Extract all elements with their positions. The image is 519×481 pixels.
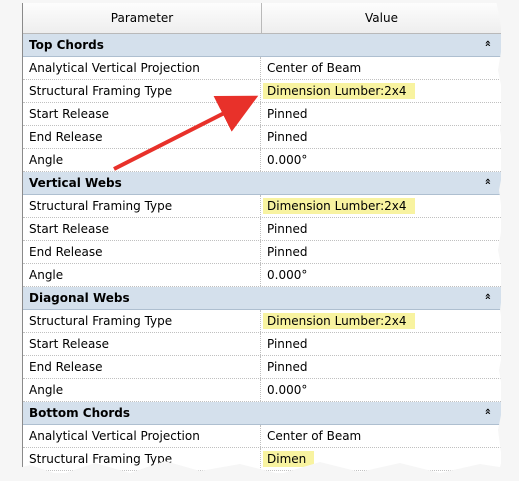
column-header-parameter[interactable]: Parameter	[23, 3, 262, 33]
property-value-cell[interactable]: 0.000°	[261, 149, 501, 171]
property-value: Pinned	[267, 222, 308, 236]
property-name: Start Release	[23, 333, 261, 355]
collapse-icon[interactable]: »	[481, 178, 494, 185]
property-value-cell[interactable]: Pinned	[261, 126, 501, 148]
property-value-cell[interactable]: Pinned	[261, 333, 501, 355]
property-value: Pinned	[267, 360, 308, 374]
property-row[interactable]: Analytical Vertical Projection Center of …	[23, 425, 501, 448]
property-name: Angle	[23, 379, 261, 401]
group-header[interactable]: Diagonal Webs »	[23, 287, 501, 310]
property-name: Analytical Vertical Projection	[23, 57, 261, 79]
property-value: 0.000°	[267, 268, 308, 282]
screenshot-sheet: Parameter Value Top Chords » Analytical Ve…	[0, 0, 519, 481]
torn-edge-bottom	[0, 461, 519, 481]
group-title: Diagonal Webs	[29, 291, 130, 305]
property-value-cell[interactable]: Dimension Lumber:2x4	[261, 195, 501, 217]
property-name: End Release	[23, 241, 261, 263]
property-row[interactable]: End Release Pinned	[23, 356, 501, 379]
property-name: Analytical Vertical Projection	[23, 425, 261, 447]
property-value-cell[interactable]: 0.000°	[261, 264, 501, 286]
property-row[interactable]: End Release Pinned	[23, 126, 501, 149]
property-value-cell[interactable]: 0.000°	[261, 379, 501, 401]
property-value: Pinned	[267, 245, 308, 259]
property-name: Start Release	[23, 218, 261, 240]
property-name: Structural Framing Type	[23, 195, 261, 217]
property-name: Angle	[23, 264, 261, 286]
property-value: Center of Beam	[267, 429, 362, 443]
property-row[interactable]: Angle 0.000°	[23, 379, 501, 402]
property-name: Structural Framing Type	[23, 310, 261, 332]
property-value-cell[interactable]: Center of Beam	[261, 425, 501, 447]
collapse-icon[interactable]: »	[481, 408, 494, 415]
properties-grid: Parameter Value Top Chords » Analytical Ve…	[22, 3, 501, 473]
grid-body: Top Chords » Analytical Vertical Projectio…	[23, 34, 501, 471]
group-header[interactable]: Bottom Chords »	[23, 402, 501, 425]
property-row[interactable]: Start Release Pinned	[23, 333, 501, 356]
group-header[interactable]: Vertical Webs »	[23, 172, 501, 195]
torn-edge-right	[496, 0, 519, 481]
property-value: Dimension Lumber:2x4	[263, 313, 415, 329]
collapse-icon[interactable]: »	[481, 293, 494, 300]
property-value: 0.000°	[267, 383, 308, 397]
property-value-cell[interactable]: Dimension Lumber:2x4	[261, 310, 501, 332]
property-value: Dimension Lumber:2x4	[263, 198, 415, 214]
property-row[interactable]: Structural Framing Type Dimension Lumber:…	[23, 80, 501, 103]
property-row[interactable]: Start Release Pinned	[23, 103, 501, 126]
property-value: Center of Beam	[267, 61, 362, 75]
group-title: Bottom Chords	[29, 406, 131, 420]
property-name: End Release	[23, 356, 261, 378]
property-value: Pinned	[267, 337, 308, 351]
property-value: Dimension Lumber:2x4	[263, 83, 415, 99]
property-name: Angle	[23, 149, 261, 171]
property-row[interactable]: Structural Framing Type Dimension Lumber:…	[23, 195, 501, 218]
property-name: End Release	[23, 126, 261, 148]
property-name: Structural Framing Type	[23, 80, 261, 102]
property-row[interactable]: Angle 0.000°	[23, 149, 501, 172]
property-value-cell[interactable]: Pinned	[261, 103, 501, 125]
group-header[interactable]: Top Chords »	[23, 34, 501, 57]
property-value: 0.000°	[267, 153, 308, 167]
property-value: Pinned	[267, 130, 308, 144]
property-row[interactable]: End Release Pinned	[23, 241, 501, 264]
property-row[interactable]: Analytical Vertical Projection Center of …	[23, 57, 501, 80]
property-value-cell[interactable]: Pinned	[261, 218, 501, 240]
property-row[interactable]: Start Release Pinned	[23, 218, 501, 241]
property-name: Start Release	[23, 103, 261, 125]
property-value-cell[interactable]: Center of Beam	[261, 57, 501, 79]
grid-header: Parameter Value	[23, 3, 501, 34]
property-row[interactable]: Angle 0.000°	[23, 264, 501, 287]
group-title: Vertical Webs	[29, 176, 122, 190]
property-value-cell[interactable]: Pinned	[261, 241, 501, 263]
group-title: Top Chords	[29, 38, 104, 52]
property-value-cell[interactable]: Dimension Lumber:2x4	[261, 80, 501, 102]
property-value: Pinned	[267, 107, 308, 121]
collapse-icon[interactable]: »	[481, 40, 494, 47]
property-row[interactable]: Structural Framing Type Dimension Lumber:…	[23, 310, 501, 333]
property-value-cell[interactable]: Pinned	[261, 356, 501, 378]
column-header-value[interactable]: Value	[262, 3, 501, 33]
